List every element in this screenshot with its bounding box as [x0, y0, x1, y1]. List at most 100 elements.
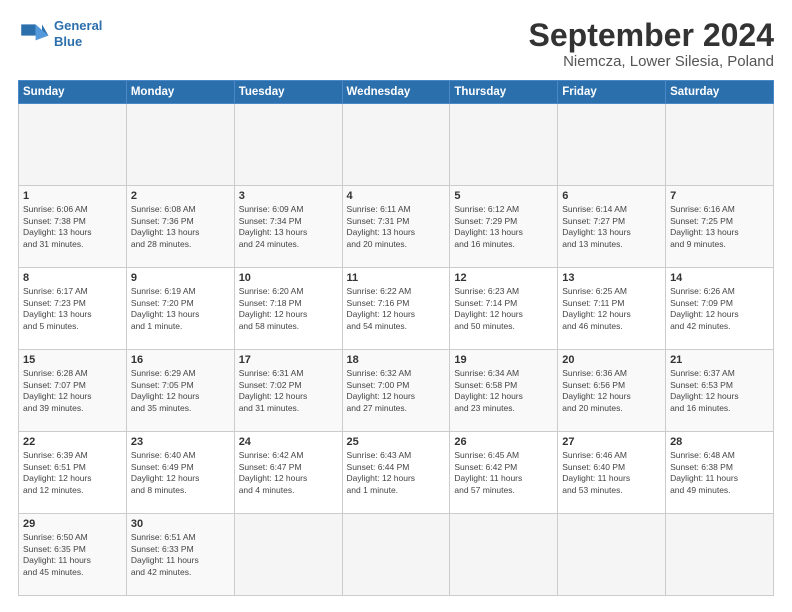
day-number: 3	[239, 190, 338, 202]
day-number: 16	[131, 354, 230, 366]
cell-info: Sunrise: 6:22 AM Sunset: 7:16 PM Dayligh…	[347, 286, 446, 332]
day-number: 4	[347, 190, 446, 202]
calendar-cell: 16Sunrise: 6:29 AM Sunset: 7:05 PM Dayli…	[126, 350, 234, 432]
calendar-cell: 22Sunrise: 6:39 AM Sunset: 6:51 PM Dayli…	[19, 432, 127, 514]
day-number: 28	[670, 436, 769, 448]
calendar-cell: 21 Sunrise: 6:37 AM Sunset: 6:53 PM Dayli…	[666, 350, 774, 432]
calendar-cell	[234, 104, 342, 186]
header-row: Sunday Monday Tuesday Wednesday Thursday…	[19, 81, 774, 104]
header: General Blue September 2024 Niemcza, Low…	[18, 18, 774, 70]
calendar-cell: 23Sunrise: 6:40 AM Sunset: 6:49 PM Dayli…	[126, 432, 234, 514]
calendar-table: Sunday Monday Tuesday Wednesday Thursday…	[18, 80, 774, 596]
location-title: Niemcza, Lower Silesia, Poland	[529, 53, 774, 70]
day-number: 9	[131, 272, 230, 284]
cell-info: Sunrise: 6:28 AM Sunset: 7:07 PM Dayligh…	[23, 368, 122, 414]
calendar-cell: 4 Sunrise: 6:11 AM Sunset: 7:31 PM Daylig…	[342, 186, 450, 268]
calendar-cell: 2 Sunrise: 6:08 AM Sunset: 7:36 PM Daylig…	[126, 186, 234, 268]
calendar-cell: 13 Sunrise: 6:25 AM Sunset: 7:11 PM Dayli…	[558, 268, 666, 350]
cell-info: Sunrise: 6:32 AM Sunset: 7:00 PM Dayligh…	[347, 368, 446, 414]
cell-info: Sunrise: 6:43 AM Sunset: 6:44 PM Dayligh…	[347, 450, 446, 496]
calendar-cell	[126, 104, 234, 186]
calendar-cell: 17Sunrise: 6:31 AM Sunset: 7:02 PM Dayli…	[234, 350, 342, 432]
col-thursday: Thursday	[450, 81, 558, 104]
day-number: 23	[131, 436, 230, 448]
cell-info: Sunrise: 6:16 AM Sunset: 7:25 PM Dayligh…	[670, 204, 769, 250]
calendar-cell: 18 Sunrise: 6:32 AM Sunset: 7:00 PM Dayli…	[342, 350, 450, 432]
day-number: 21	[670, 354, 769, 366]
calendar-cell: 26 Sunrise: 6:45 AM Sunset: 6:42 PM Dayli…	[450, 432, 558, 514]
day-number: 27	[562, 436, 661, 448]
calendar-cell: 5 Sunrise: 6:12 AM Sunset: 7:29 PM Daylig…	[450, 186, 558, 268]
calendar-week-1: 1 Sunrise: 6:06 AM Sunset: 7:38 PM Daylig…	[19, 186, 774, 268]
cell-info: Sunrise: 6:36 AM Sunset: 6:56 PM Dayligh…	[562, 368, 661, 414]
cell-info: Sunrise: 6:42 AM Sunset: 6:47 PM Dayligh…	[239, 450, 338, 496]
day-number: 7	[670, 190, 769, 202]
day-number: 5	[454, 190, 553, 202]
calendar-cell: 27 Sunrise: 6:46 AM Sunset: 6:40 PM Dayli…	[558, 432, 666, 514]
calendar-cell	[450, 514, 558, 596]
calendar-cell: 20Sunrise: 6:36 AM Sunset: 6:56 PM Dayli…	[558, 350, 666, 432]
calendar-cell: 28 Sunrise: 6:48 AM Sunset: 6:38 PM Dayli…	[666, 432, 774, 514]
cell-info: Sunrise: 6:08 AM Sunset: 7:36 PM Dayligh…	[131, 204, 230, 250]
day-number: 29	[23, 518, 122, 530]
calendar-cell: 8Sunrise: 6:17 AM Sunset: 7:23 PM Daylig…	[19, 268, 127, 350]
calendar-cell: 10 Sunrise: 6:20 AM Sunset: 7:18 PM Dayli…	[234, 268, 342, 350]
calendar-cell	[558, 514, 666, 596]
cell-info: Sunrise: 6:20 AM Sunset: 7:18 PM Dayligh…	[239, 286, 338, 332]
calendar-cell: 15Sunrise: 6:28 AM Sunset: 7:07 PM Dayli…	[19, 350, 127, 432]
calendar-week-3: 15Sunrise: 6:28 AM Sunset: 7:07 PM Dayli…	[19, 350, 774, 432]
day-number: 30	[131, 518, 230, 530]
calendar-cell	[234, 514, 342, 596]
col-monday: Monday	[126, 81, 234, 104]
col-wednesday: Wednesday	[342, 81, 450, 104]
cell-info: Sunrise: 6:11 AM Sunset: 7:31 PM Dayligh…	[347, 204, 446, 250]
cell-info: Sunrise: 6:37 AM Sunset: 6:53 PM Dayligh…	[670, 368, 769, 414]
calendar-cell	[558, 104, 666, 186]
cell-info: Sunrise: 6:19 AM Sunset: 7:20 PM Dayligh…	[131, 286, 230, 332]
cell-info: Sunrise: 6:12 AM Sunset: 7:29 PM Dayligh…	[454, 204, 553, 250]
logo-icon	[18, 18, 50, 50]
cell-info: Sunrise: 6:23 AM Sunset: 7:14 PM Dayligh…	[454, 286, 553, 332]
calendar-cell	[666, 514, 774, 596]
day-number: 6	[562, 190, 661, 202]
page: General Blue September 2024 Niemcza, Low…	[0, 0, 792, 612]
day-number: 2	[131, 190, 230, 202]
calendar-cell: 6 Sunrise: 6:14 AM Sunset: 7:27 PM Daylig…	[558, 186, 666, 268]
cell-info: Sunrise: 6:45 AM Sunset: 6:42 PM Dayligh…	[454, 450, 553, 496]
day-number: 24	[239, 436, 338, 448]
cell-info: Sunrise: 6:25 AM Sunset: 7:11 PM Dayligh…	[562, 286, 661, 332]
day-number: 13	[562, 272, 661, 284]
logo-line2: Blue	[54, 34, 82, 49]
cell-info: Sunrise: 6:46 AM Sunset: 6:40 PM Dayligh…	[562, 450, 661, 496]
calendar-cell: 9 Sunrise: 6:19 AM Sunset: 7:20 PM Daylig…	[126, 268, 234, 350]
cell-info: Sunrise: 6:09 AM Sunset: 7:34 PM Dayligh…	[239, 204, 338, 250]
day-number: 26	[454, 436, 553, 448]
cell-info: Sunrise: 6:51 AM Sunset: 6:33 PM Dayligh…	[131, 532, 230, 578]
day-number: 17	[239, 354, 338, 366]
title-block: September 2024 Niemcza, Lower Silesia, P…	[529, 18, 774, 70]
month-title: September 2024	[529, 18, 774, 53]
day-number: 8	[23, 272, 122, 284]
col-saturday: Saturday	[666, 81, 774, 104]
cell-info: Sunrise: 6:14 AM Sunset: 7:27 PM Dayligh…	[562, 204, 661, 250]
day-number: 18	[347, 354, 446, 366]
calendar-cell: 12 Sunrise: 6:23 AM Sunset: 7:14 PM Dayli…	[450, 268, 558, 350]
calendar-cell	[666, 104, 774, 186]
day-number: 10	[239, 272, 338, 284]
logo-line1: General	[54, 18, 102, 33]
calendar-cell: 30 Sunrise: 6:51 AM Sunset: 6:33 PM Dayli…	[126, 514, 234, 596]
calendar-week-4: 22Sunrise: 6:39 AM Sunset: 6:51 PM Dayli…	[19, 432, 774, 514]
cell-info: Sunrise: 6:50 AM Sunset: 6:35 PM Dayligh…	[23, 532, 122, 578]
cell-info: Sunrise: 6:06 AM Sunset: 7:38 PM Dayligh…	[23, 204, 122, 250]
calendar-cell: 3 Sunrise: 6:09 AM Sunset: 7:34 PM Daylig…	[234, 186, 342, 268]
day-number: 25	[347, 436, 446, 448]
day-number: 14	[670, 272, 769, 284]
calendar-week-0	[19, 104, 774, 186]
calendar-cell: 1 Sunrise: 6:06 AM Sunset: 7:38 PM Daylig…	[19, 186, 127, 268]
day-number: 12	[454, 272, 553, 284]
calendar-week-2: 8Sunrise: 6:17 AM Sunset: 7:23 PM Daylig…	[19, 268, 774, 350]
day-number: 1	[23, 190, 122, 202]
calendar-cell: 24 Sunrise: 6:42 AM Sunset: 6:47 PM Dayli…	[234, 432, 342, 514]
cell-info: Sunrise: 6:48 AM Sunset: 6:38 PM Dayligh…	[670, 450, 769, 496]
cell-info: Sunrise: 6:34 AM Sunset: 6:58 PM Dayligh…	[454, 368, 553, 414]
